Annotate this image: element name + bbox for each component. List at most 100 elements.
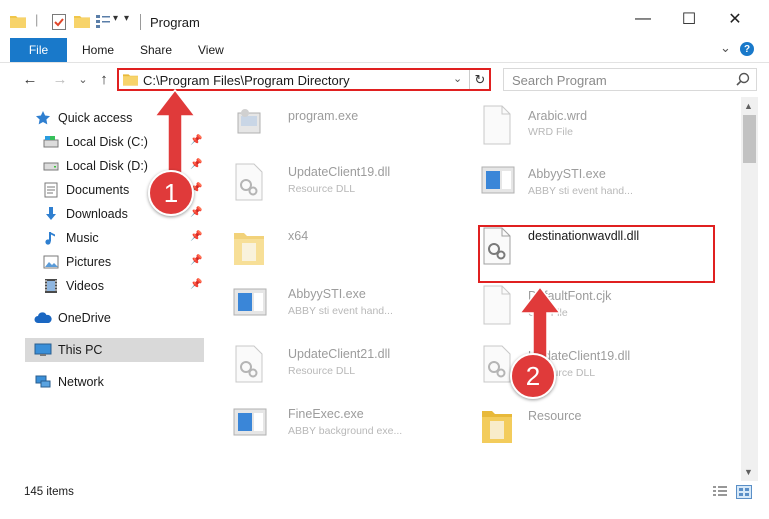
program-exe-icon [232,107,268,142]
list-item[interactable]: AbbyySTI.exe ABBY sti event hand... [480,163,720,205]
local-disk-icon [42,158,60,174]
step-1-badge: 1 [148,170,194,216]
videos-icon [42,278,60,294]
nav-label: Local Disk (C:) [66,135,148,149]
file-list: program.exe UpdateClient19.dll Resource … [212,97,740,475]
nav-item-local-disk-d[interactable]: Local Disk (D:) [42,155,148,177]
list-item[interactable]: UpdateClient21.dll Resource DLL [232,345,462,387]
nav-item-documents[interactable]: Documents [42,179,129,201]
search-icon [736,72,750,89]
nav-label: Pictures [66,255,112,269]
close-button[interactable]: ✕ [712,0,758,38]
downloads-icon [42,206,60,222]
ribbon-tabs: File Home Share View ⌄ ? [0,38,769,63]
scroll-up-icon[interactable]: ▲ [744,101,753,111]
pin-icon[interactable]: 📌 [190,255,202,266]
tab-home[interactable]: Home [82,43,114,57]
computer-icon [34,342,52,358]
folder-icon [232,229,266,270]
details-view-icon[interactable] [712,485,728,502]
file-name: AbbyySTI.exe [288,287,366,301]
list-item[interactable]: AbbyySTI.exe ABBY sti event hand... [232,285,462,327]
up-button[interactable]: ↑ [94,69,114,89]
title-bar: | ▾ ▾ Program — ☐ ✕ [0,0,769,38]
back-button[interactable]: ← [20,69,40,89]
file-name: UpdateClient19.dll [288,165,391,179]
nav-label: Quick access [58,111,133,125]
file-name: x64 [288,229,309,243]
network-icon [34,374,52,390]
file-description: ABBY background exe... [288,425,403,437]
refresh-button[interactable]: ↻ [469,70,490,89]
nav-label: Videos [66,279,104,293]
file-name: AbbyySTI.exe [528,167,606,181]
nav-network[interactable]: Network [34,371,104,393]
quick-access-dropdown-icon[interactable]: ▾ [124,13,129,24]
nav-item-videos[interactable]: Videos [42,275,104,297]
tab-share[interactable]: Share [140,43,172,57]
file-description: ABBY sti event hand... [288,305,393,317]
tab-view[interactable]: View [198,43,224,57]
file-description: Resource DLL [288,183,356,195]
pin-icon[interactable]: 📌 [190,207,202,218]
list-item[interactable]: x64 [232,225,462,273]
nav-item-downloads[interactable]: Downloads [42,203,128,225]
dll-icon [232,345,266,386]
ribbon-expand-icon[interactable]: ⌄ [720,40,731,56]
folder-icon [480,407,514,448]
cloud-icon [34,310,52,326]
exe-icon [232,285,268,322]
file-name: Resource [528,409,582,423]
nav-label: OneDrive [58,311,111,325]
pin-icon[interactable]: 📌 [190,231,202,242]
minimize-button[interactable]: — [620,0,666,38]
file-icon [480,285,514,328]
dll-icon [480,345,514,386]
scroll-down-icon[interactable]: ▼ [744,467,753,477]
nav-onedrive[interactable]: OneDrive [34,307,111,329]
vertical-scrollbar[interactable]: ▲ ▼ [741,97,758,481]
documents-icon [42,182,60,198]
maximize-button[interactable]: ☐ [666,0,712,38]
new-folder-icon[interactable] [74,14,90,31]
file-name: UpdateClient21.dll [288,347,391,361]
exe-icon [232,405,268,442]
nav-label: Local Disk (D:) [66,159,148,173]
local-disk-icon [42,134,60,150]
nav-item-music[interactable]: Music [42,227,99,249]
separator-icon: | [35,12,39,27]
nav-item-local-disk-c[interactable]: Local Disk (C:) [42,131,148,153]
list-item[interactable]: Resource [480,405,720,449]
address-dropdown-icon[interactable]: ⌄ [453,72,462,85]
list-item[interactable]: FineExec.exe ABBY background exe... [232,405,462,447]
file-name: Arabic.wrd [528,109,588,123]
pictures-icon [42,254,60,270]
tab-file[interactable]: File [10,38,67,62]
star-icon [34,110,52,126]
list-item[interactable]: Arabic.wrd WRD File [480,105,720,149]
item-count: 145 items [24,486,74,498]
list-item[interactable]: program.exe [232,107,462,147]
list-item[interactable]: UpdateClient19.dll Resource DLL [232,163,462,203]
help-icon[interactable]: ? [740,42,754,56]
destination-highlight-box [478,225,715,283]
forward-button[interactable]: → [50,69,70,89]
recent-locations-button[interactable]: ⌄ [73,69,93,89]
nav-this-pc[interactable]: This PC [34,339,102,361]
nav-item-pictures[interactable]: Pictures [42,251,111,273]
pin-icon[interactable]: 📌 [190,279,202,290]
file-name: FineExec.exe [288,407,364,421]
customize-icon[interactable] [96,14,110,31]
search-placeholder: Search Program [512,73,607,88]
scroll-thumb[interactable] [743,115,756,163]
chevron-down-icon[interactable]: ▾ [113,13,118,24]
properties-icon[interactable] [52,14,66,33]
search-input[interactable]: Search Program [503,68,757,91]
file-description: Resource DLL [288,365,356,377]
nav-quick-access[interactable]: Quick access [34,107,132,129]
large-icons-view-icon[interactable] [736,485,752,502]
music-icon [42,230,60,246]
nav-label: Documents [66,183,130,197]
address-path[interactable]: C:\Program Files\Program Directory [143,73,350,88]
address-row: ← → ⌄ ↑ C:\Program Files\Program Directo… [0,63,769,97]
